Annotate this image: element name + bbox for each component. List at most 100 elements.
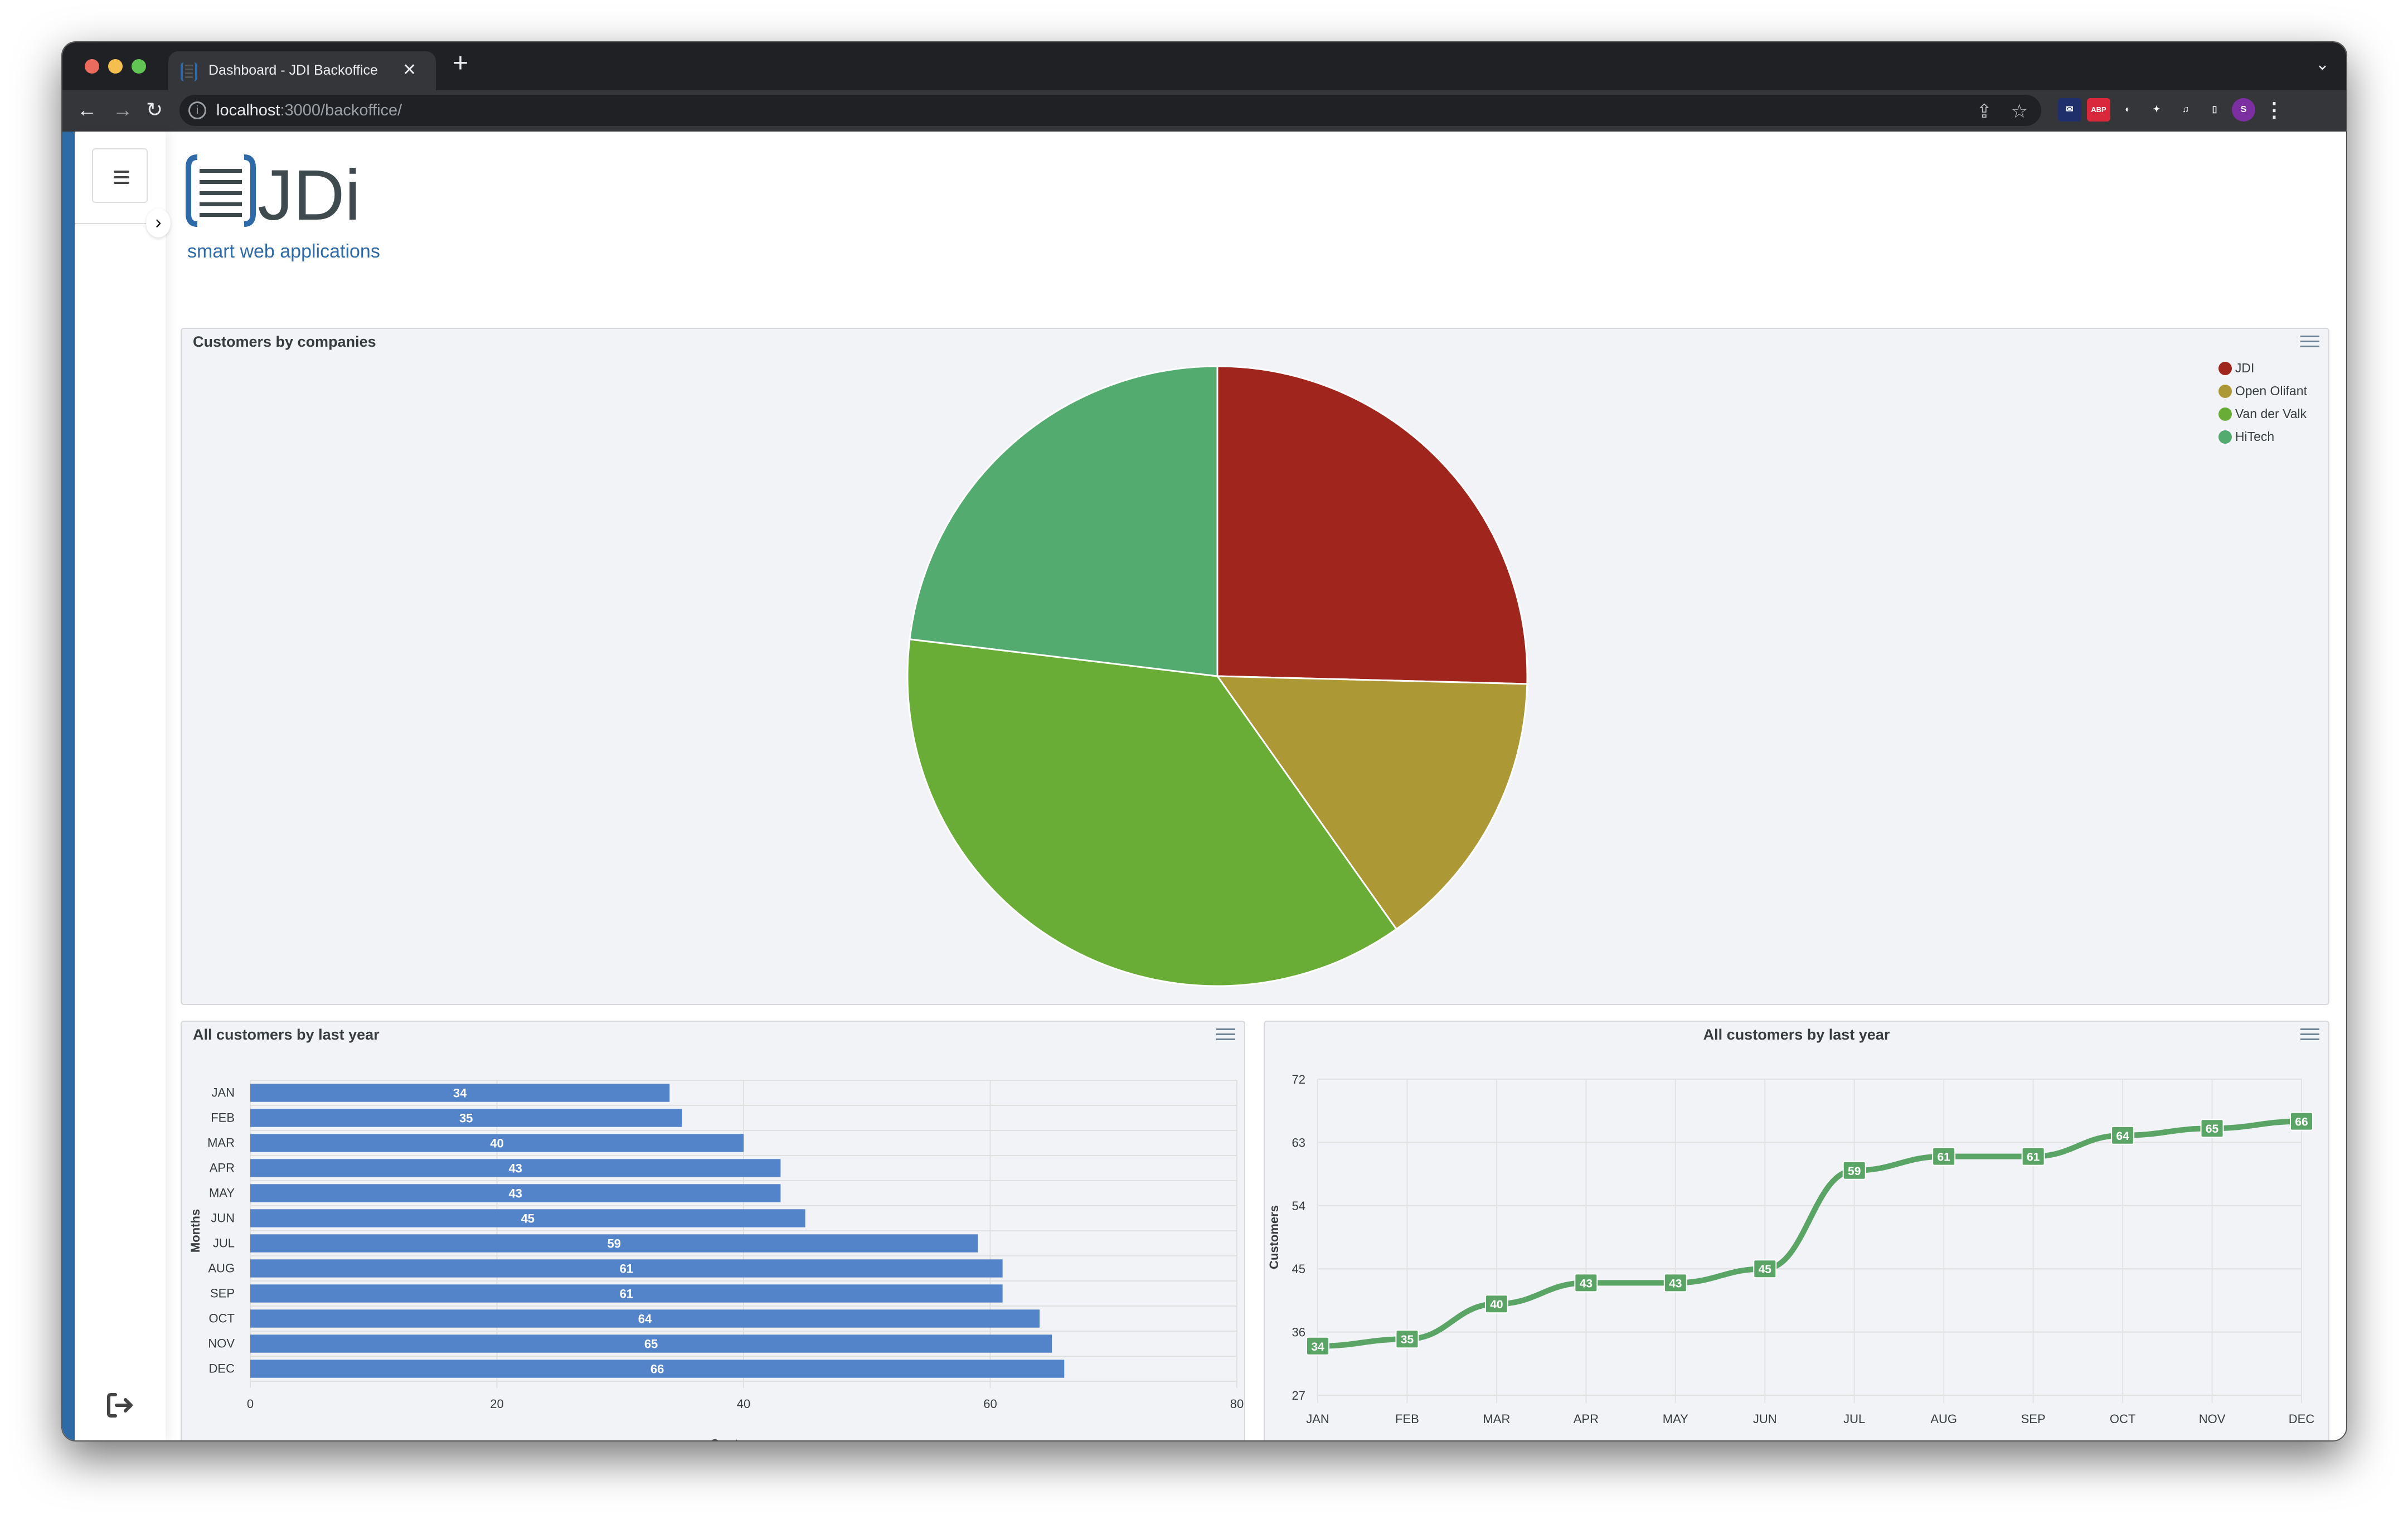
logo-brand: JDi (258, 156, 361, 235)
extensions-puzzle-icon[interactable]: ✦ (2145, 98, 2168, 122)
data-point-jan[interactable]: 34 (1306, 1336, 1329, 1356)
line-series (1315, 1118, 2304, 1349)
tab-bar: Dashboard - JDI Backoffice ✕ + ⌄ (62, 42, 2346, 90)
legend-item-jdi[interactable]: JDI (2218, 357, 2307, 380)
logo-bracket-left (186, 154, 198, 227)
y-tick-label: FEB (211, 1111, 235, 1125)
hamburger-icon (114, 171, 129, 173)
bar-data-label: 64 (638, 1312, 652, 1326)
url-host: localhost (216, 101, 280, 119)
bar-data-label: 61 (620, 1287, 633, 1301)
menu-toggle-button[interactable] (92, 148, 148, 203)
legend-item-van-der-valk[interactable]: Van der Valk (2218, 402, 2307, 425)
tab-dashboard[interactable]: Dashboard - JDI Backoffice ✕ (168, 51, 436, 90)
browser-window: Dashboard - JDI Backoffice ✕ + ⌄ ← → ↻ i… (61, 41, 2347, 1442)
data-point-nov[interactable]: 65 (2200, 1119, 2224, 1138)
profile-avatar[interactable]: S (2232, 98, 2255, 122)
reload-button[interactable]: ↻ (146, 98, 163, 122)
data-label: 64 (2116, 1130, 2129, 1143)
tab-search-chevron-icon[interactable]: ⌄ (2315, 55, 2329, 74)
y-tick-label: 45 (1292, 1262, 1305, 1276)
close-window-button[interactable] (85, 59, 99, 74)
pie-chart (906, 365, 1528, 987)
y-tick-label: NOV (208, 1337, 235, 1351)
sidebar-expand-button[interactable]: › (146, 208, 171, 237)
x-tick-label: SEP (2021, 1412, 2046, 1426)
logout-button[interactable] (105, 1391, 139, 1419)
media-control-icon[interactable]: ♫ (2174, 98, 2197, 122)
data-point-feb[interactable]: 35 (1395, 1329, 1419, 1349)
bar-data-label: 59 (607, 1237, 620, 1251)
y-axis-title: Months (188, 1209, 202, 1253)
new-tab-button[interactable]: + (453, 48, 468, 79)
site-info-icon[interactable]: i (188, 101, 206, 119)
browser-menu-icon[interactable]: ⋮ (2264, 98, 2284, 122)
y-tick-label: JUN (211, 1211, 235, 1225)
data-label: 40 (1490, 1298, 1503, 1311)
data-point-aug[interactable]: 61 (1932, 1147, 1956, 1166)
password-manager-icon[interactable]: ◐ (2116, 98, 2139, 122)
tab-close-icon[interactable]: ✕ (402, 60, 416, 80)
data-point-jul[interactable]: 59 (1842, 1161, 1866, 1180)
x-tick-label: MAR (1483, 1412, 1510, 1426)
data-label: 43 (1580, 1277, 1593, 1290)
legend-label: Van der Valk (2235, 406, 2307, 421)
legend-label: Open Olifant (2235, 384, 2307, 398)
pie-chart-panel: Customers by companies JDI Open Olifant Va… (181, 328, 2329, 1005)
y-tick-label: SEP (210, 1287, 235, 1300)
minimize-window-button[interactable] (108, 59, 123, 74)
bookmark-star-icon[interactable]: ☆ (2011, 100, 2028, 123)
data-point-apr[interactable]: 43 (1574, 1273, 1598, 1293)
y-tick-label: JUL (213, 1236, 235, 1250)
address-bar[interactable]: i localhost:3000/backoffice/ ⇪ ☆ (179, 95, 2041, 126)
x-axis-title: Customers (710, 1436, 777, 1442)
x-tick-label: 0 (247, 1397, 254, 1411)
data-label: 61 (2027, 1151, 2040, 1164)
side-panel-icon[interactable]: ▯ (2203, 98, 2226, 122)
mail-extension-icon[interactable]: ✉ (2058, 98, 2081, 122)
bar-chart-panel: All customers by last year 0 20 40 60 80 34 JA… (181, 1021, 1245, 1442)
y-axis-title: Customers (1267, 1205, 1281, 1269)
hamburger-icon-line (114, 182, 129, 184)
bar-data-label: 45 (521, 1212, 535, 1226)
legend-item-hitech[interactable]: HiTech (2218, 425, 2307, 448)
hamburger-icon-line (114, 176, 129, 178)
pie-legend: JDI Open Olifant Van der Valk HiTech (2218, 357, 2307, 448)
browser-toolbar: ← → ↻ i localhost:3000/backoffice/ ⇪ ☆ ✉… (62, 90, 2346, 132)
maximize-window-button[interactable] (132, 59, 146, 74)
logo-bracket-right (244, 154, 256, 227)
data-point-mar[interactable]: 40 (1484, 1294, 1508, 1314)
data-point-dec[interactable]: 66 (2290, 1112, 2313, 1131)
jdi-logo: JDi smart web applications (185, 154, 386, 265)
x-tick-label: AUG (1930, 1412, 1957, 1426)
back-button[interactable]: ← (77, 98, 97, 122)
x-tick-label: OCT (2110, 1412, 2135, 1426)
logo-lines-icon (200, 169, 242, 217)
bar-data-label: 40 (490, 1137, 503, 1151)
data-label: 59 (1848, 1165, 1861, 1178)
data-point-jun[interactable]: 45 (1753, 1259, 1777, 1279)
data-point-may[interactable]: 43 (1663, 1273, 1687, 1293)
legend-marker-icon (2218, 361, 2232, 375)
sidebar-accent-strip (62, 132, 75, 1440)
data-point-sep[interactable]: 61 (2021, 1147, 2045, 1166)
x-tick-label: 60 (983, 1397, 997, 1411)
y-tick-label: 63 (1292, 1135, 1305, 1149)
data-label: 45 (1759, 1263, 1772, 1276)
line-chart: 27 36 45 54 63 72 JAN FEB MAR APR MAY JUN JUL AUG SEP O… (1267, 1072, 2314, 1426)
y-tick-label: OCT (209, 1312, 235, 1326)
adblock-plus-icon[interactable]: ABP (2087, 98, 2110, 122)
url-text[interactable]: localhost:3000/backoffice/ (216, 101, 402, 120)
pie-slice-jdi[interactable] (1216, 365, 1528, 685)
share-icon[interactable]: ⇪ (1977, 100, 1993, 123)
y-tick-label: 72 (1292, 1072, 1305, 1086)
data-point-oct[interactable]: 64 (2111, 1125, 2135, 1145)
data-label: 43 (1669, 1277, 1682, 1290)
pie-slice-hitech[interactable] (909, 365, 1218, 677)
chevron-right-icon: › (155, 212, 162, 233)
legend-item-open-olifant[interactable]: Open Olifant (2218, 380, 2307, 402)
bar-data-label: 43 (508, 1187, 522, 1201)
forward-button[interactable]: → (113, 98, 133, 122)
x-tick-label: JAN (1306, 1412, 1329, 1426)
favicon-icon (181, 62, 197, 81)
